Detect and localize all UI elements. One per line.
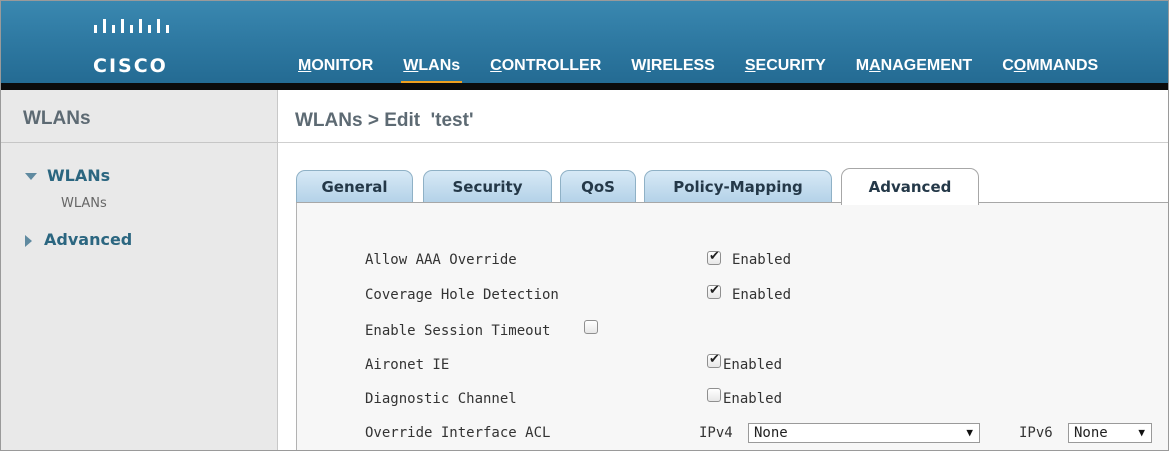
nav-label-part: S — [744, 57, 756, 74]
ipv6-acl-value: None — [1074, 425, 1108, 441]
sidebar-divider — [1, 142, 277, 143]
diagnostic-channel-checkbox[interactable] — [707, 388, 721, 402]
coverage-hole-detection-checkbox[interactable] — [707, 283, 721, 299]
tab-security[interactable]: Security — [423, 170, 552, 202]
sidebar-item-label: WLANs — [47, 166, 111, 185]
sidebar-title: WLANs — [23, 108, 91, 129]
nav-label-part: ONITOR — [311, 57, 374, 74]
tab-general[interactable]: General — [296, 170, 413, 202]
ipv6-acl-select[interactable]: None ▼ — [1068, 423, 1152, 443]
aironet-ie-checkbox[interactable] — [707, 352, 721, 368]
tab-policy-mapping[interactable]: Policy-Mapping — [644, 170, 832, 202]
nav-label-part: W — [403, 57, 419, 74]
dropdown-arrow-icon: ▼ — [966, 426, 973, 439]
nav-label-part: ONTROLLER — [501, 57, 602, 74]
enable-session-timeout-checkbox[interactable] — [584, 320, 598, 334]
ipv4-label: IPv4 — [699, 425, 733, 441]
page-title: WLANs > Edit 'test' — [295, 110, 474, 131]
sidebar-item-wlans[interactable]: WLANs — [25, 166, 110, 185]
main-nav: MONITOR WLANs CONTROLLER WIRELESS SECURITY MA… — [282, 57, 1112, 87]
diagnostic-channel-label: Diagnostic Channel — [365, 391, 517, 407]
title-divider — [278, 142, 1168, 143]
nav-wlans[interactable]: WLANs — [387, 57, 474, 87]
nav-label-part: C — [1002, 57, 1014, 74]
aironet-ie-label: Aironet IE — [365, 357, 450, 373]
nav-label-part: ECURITY — [755, 57, 826, 74]
header-divider — [1, 83, 1168, 90]
nav-label-part: A — [869, 57, 881, 74]
nav-controller[interactable]: CONTROLLER — [474, 57, 615, 81]
nav-label-part: M — [855, 57, 870, 74]
nav-label-part: O — [1013, 57, 1027, 74]
aironet-ie-value: Enabled — [723, 357, 783, 373]
dropdown-arrow-icon: ▼ — [1138, 426, 1145, 439]
override-interface-acl-label: Override Interface ACL — [365, 425, 551, 441]
ipv6-label: IPv6 — [1019, 425, 1053, 441]
allow-aaa-override-checkbox[interactable] — [707, 249, 721, 265]
tab-bar: General Security QoS Policy-Mapping Adva… — [296, 168, 1168, 205]
nav-commands[interactable]: COMMANDS — [986, 57, 1112, 81]
main-content: WLANs > Edit 'test' General Security QoS… — [278, 90, 1168, 450]
sidebar-subitem-wlans[interactable]: WLANs — [61, 196, 107, 211]
nav-security[interactable]: SECURITY — [729, 57, 840, 81]
tab-qos[interactable]: QoS — [560, 170, 636, 202]
ipv4-acl-select[interactable]: None ▼ — [748, 423, 980, 443]
nav-wireless[interactable]: WIRELESS — [615, 57, 729, 81]
coverage-hole-detection-label: Coverage Hole Detection — [365, 287, 559, 303]
top-bar: CISCO MONITOR WLANs CONTROLLER WIRELESS SECU… — [1, 1, 1168, 87]
diagnostic-channel-value: Enabled — [723, 391, 783, 407]
collapsed-triangle-icon — [25, 234, 32, 247]
nav-label-part: LANs — [418, 57, 461, 74]
nav-monitor[interactable]: MONITOR — [282, 57, 387, 81]
nav-label-part: MMANDS — [1026, 57, 1099, 74]
sidebar-item-label: Advanced — [44, 230, 133, 249]
allow-aaa-override-label: Allow AAA Override — [365, 252, 517, 268]
nav-label-part: M — [298, 57, 312, 74]
enable-session-timeout-label: Enable Session Timeout — [365, 323, 551, 339]
app-window: CISCO MONITOR WLANs CONTROLLER WIRELESS SECU… — [0, 0, 1169, 451]
nav-management[interactable]: MANAGEMENT — [840, 57, 986, 81]
advanced-settings-panel: Allow AAA Override Enabled Coverage Hole… — [296, 203, 1168, 450]
brand-name: CISCO — [93, 55, 168, 77]
sidebar: WLANs WLANs WLANs Advanced — [1, 90, 278, 450]
sidebar-item-advanced[interactable]: Advanced — [25, 230, 132, 249]
expanded-triangle-icon — [25, 173, 37, 180]
ipv4-acl-value: None — [754, 425, 788, 441]
tab-advanced[interactable]: Advanced — [841, 168, 979, 205]
allow-aaa-override-value: Enabled — [732, 252, 792, 268]
coverage-hole-detection-value: Enabled — [732, 287, 792, 303]
nav-label-part: NAGEMENT — [880, 57, 973, 74]
nav-label-part: C — [490, 57, 502, 74]
nav-label-part: RELESS — [650, 57, 715, 74]
nav-label-part: W — [631, 57, 647, 74]
